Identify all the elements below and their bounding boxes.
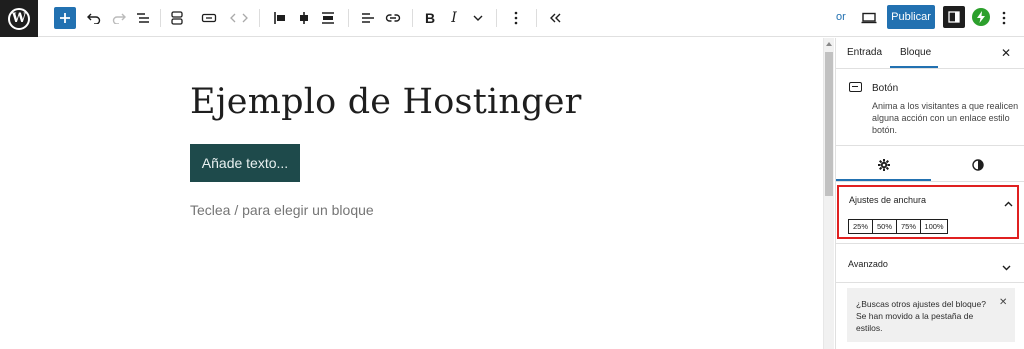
more-formatting-button[interactable]: [468, 7, 488, 29]
redo-icon: [112, 13, 126, 24]
lightning-icon: [977, 11, 985, 23]
scroll-up-arrow-icon[interactable]: [826, 42, 832, 46]
justify-center-icon: [300, 12, 308, 24]
jetpack-button[interactable]: [972, 8, 990, 26]
width-50-button[interactable]: 50%: [872, 219, 897, 234]
align-left-icon: [362, 13, 374, 23]
wordpress-icon: W: [8, 7, 30, 30]
justify-left-icon: [274, 12, 285, 24]
width-100-button[interactable]: 100%: [920, 219, 948, 234]
settings-sidebar: Entrada Bloque ✕ Botón Anima a los visit…: [835, 38, 1024, 349]
scrollbar-thumb[interactable]: [825, 52, 833, 196]
block-appender-placeholder[interactable]: Teclea / para elegir un bloque: [190, 202, 374, 218]
more-vertical-icon: [514, 11, 518, 25]
post-title[interactable]: Ejemplo de Hostinger: [190, 82, 582, 122]
panel-title[interactable]: Avanzado: [848, 259, 888, 269]
gear-icon: [878, 159, 890, 171]
close-icon[interactable]: ✕: [1001, 46, 1011, 60]
options-button[interactable]: [996, 7, 1012, 29]
undo-icon: [87, 13, 101, 24]
toolbar-divider: [348, 9, 349, 27]
justify-stretch-icon: [322, 12, 334, 24]
contrast-icon: [972, 159, 984, 171]
justify-center-button[interactable]: [294, 7, 314, 29]
collapse-toolbar-button[interactable]: [545, 7, 565, 29]
width-25-button[interactable]: 25%: [848, 219, 873, 234]
editor-canvas: Ejemplo de Hostinger Añade texto... Tecl…: [0, 38, 823, 349]
chevron-down-icon[interactable]: [1002, 258, 1011, 276]
italic-icon: I: [451, 10, 457, 26]
button-block[interactable]: Añade texto...: [190, 144, 300, 182]
tab-bloque[interactable]: Bloque: [900, 47, 931, 58]
block-card: Botón Anima a los visitantes a que reali…: [836, 70, 1024, 146]
chevron-up-icon[interactable]: [1004, 194, 1013, 212]
justify-stretch-button[interactable]: [318, 7, 338, 29]
list-view-icon: [137, 13, 149, 23]
tab-entrada[interactable]: Entrada: [847, 47, 882, 58]
toolbar-divider: [160, 9, 161, 27]
close-icon[interactable]: ✕: [999, 297, 1007, 308]
panel-title[interactable]: Ajustes de anchura: [849, 195, 926, 205]
chevron-double-left-icon: [550, 13, 561, 23]
toolbar-divider: [536, 9, 537, 27]
device-preview-button[interactable]: [859, 7, 879, 29]
wordpress-logo[interactable]: W: [0, 0, 38, 37]
editor-toolbar: W B I or Publicar: [0, 0, 1024, 37]
toolbar-divider: [496, 9, 497, 27]
bold-icon: B: [424, 10, 436, 26]
preview-link[interactable]: or: [836, 11, 846, 23]
document-overview-button[interactable]: [134, 7, 152, 29]
redo-button[interactable]: [110, 7, 128, 29]
text-align-button[interactable]: [358, 7, 378, 29]
undo-button[interactable]: [85, 7, 103, 29]
width-75-button[interactable]: 75%: [896, 219, 921, 234]
settings-toggle-button[interactable]: [943, 6, 965, 28]
block-type-button[interactable]: [168, 7, 186, 29]
toolbar-divider: [259, 9, 260, 27]
move-block-buttons[interactable]: [228, 7, 250, 29]
notice-text: ¿Buscas otros ajustes del bloque? Se han…: [856, 299, 986, 333]
buttons-block-icon: [171, 11, 183, 25]
advanced-panel[interactable]: Avanzado: [836, 243, 1024, 283]
toolbar-divider: [412, 9, 413, 27]
button-icon: [201, 13, 217, 23]
desktop-icon: [861, 12, 877, 24]
bold-button[interactable]: B: [420, 7, 440, 29]
add-block-button[interactable]: [54, 7, 76, 29]
width-settings-panel: Ajustes de anchura 25% 50% 75% 100%: [837, 185, 1019, 239]
chevron-left-right-icon: [230, 13, 248, 23]
chevron-down-icon: [473, 15, 483, 21]
tab-settings[interactable]: [878, 158, 890, 176]
sidebar-tabs: Entrada Bloque ✕: [836, 38, 1024, 69]
link-button[interactable]: [382, 7, 404, 29]
width-button-group: 25% 50% 75% 100%: [848, 219, 948, 234]
justify-left-button[interactable]: [270, 7, 290, 29]
block-options-button[interactable]: [506, 7, 526, 29]
active-tab-indicator: [890, 66, 938, 68]
active-tab-indicator: [836, 179, 931, 181]
inspector-tabs: [836, 146, 1024, 182]
italic-button[interactable]: I: [444, 7, 464, 29]
block-description: Anima a los visitantes a que realicen al…: [872, 101, 1019, 135]
publish-button[interactable]: Publicar: [887, 5, 935, 29]
block-name: Botón: [872, 83, 899, 94]
more-vertical-icon: [1002, 11, 1006, 25]
tab-styles[interactable]: [972, 158, 984, 176]
styles-moved-notice: ¿Buscas otros ajustes del bloque? Se han…: [847, 288, 1015, 342]
button-block-icon-button[interactable]: [198, 7, 220, 29]
sidebar-icon: [948, 11, 960, 23]
link-icon: [385, 14, 401, 22]
canvas-scrollbar[interactable]: [823, 38, 834, 349]
button-icon: [849, 82, 862, 92]
plus-icon: [60, 13, 70, 23]
